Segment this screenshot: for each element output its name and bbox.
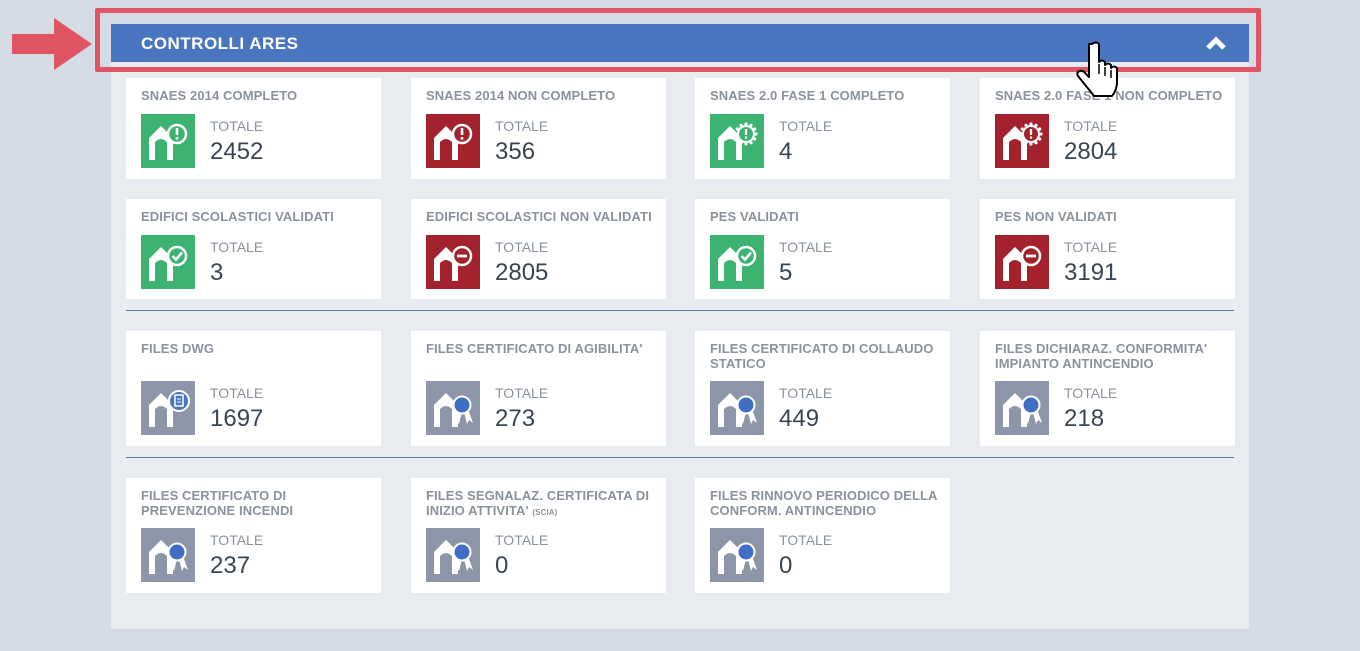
- building-alert-icon: [426, 114, 480, 168]
- annotation-arrow-icon: [12, 18, 92, 70]
- building-check-icon: [710, 235, 764, 289]
- stat-card-value: 3: [210, 259, 224, 286]
- stat-card-value: 1697: [210, 405, 264, 432]
- stat-card-label: TOTALE: [210, 239, 264, 255]
- stat-card-value: 0: [779, 552, 793, 579]
- stat-card-title: FILES CERTIFICATO DI AGIBILITA': [426, 341, 643, 356]
- building-ribbon-icon: [710, 381, 764, 435]
- stat-card-value: 218: [1064, 405, 1105, 432]
- stat-card[interactable]: SNAES 2.0 FASE 1 COMPLETO TOTALE 4: [695, 78, 950, 179]
- building-gear-icon: [995, 114, 1049, 168]
- stat-card-title: EDIFICI SCOLASTICI VALIDATI: [141, 209, 334, 224]
- stat-card-title: FILES CERTIFICATO DI PREVENZIONE INCENDI: [141, 488, 294, 518]
- stat-card-value: 4: [779, 138, 793, 165]
- section-divider: [126, 457, 1234, 458]
- stat-card-value: 2804: [1064, 138, 1118, 165]
- stat-card[interactable]: FILES CERTIFICATO DI AGIBILITA' TOTALE 27…: [411, 331, 666, 446]
- stat-card[interactable]: EDIFICI SCOLASTICI VALIDATI TOTALE 3: [126, 199, 381, 299]
- stat-card-value: 5: [779, 259, 793, 286]
- building-ribbon-icon: [426, 528, 480, 582]
- stat-card[interactable]: FILES RINNOVO PERIODICO DELLA CONFORM. A…: [695, 478, 950, 593]
- stat-card-label: TOTALE: [210, 385, 264, 401]
- stat-card-title: FILES DICHIARAZ. CONFORMITA' IMPIANTO AN…: [995, 341, 1208, 371]
- stat-card[interactable]: FILES CERTIFICATO DI PREVENZIONE INCENDI…: [126, 478, 381, 593]
- stat-card-label: TOTALE: [210, 532, 264, 548]
- stat-card-value: 2452: [210, 138, 264, 165]
- stat-card[interactable]: FILES DICHIARAZ. CONFORMITA' IMPIANTO AN…: [980, 331, 1235, 446]
- stat-card-value: 237: [210, 552, 251, 579]
- stat-card[interactable]: FILES DWG TOTALE 1697: [126, 331, 381, 446]
- stat-card-label: TOTALE: [779, 239, 833, 255]
- building-minus-icon: [426, 235, 480, 289]
- stat-card-value: 273: [495, 405, 536, 432]
- stat-card-title: FILES SEGNALAZ. CERTIFICATA DI INIZIO AT…: [426, 488, 650, 518]
- stat-card-title: EDIFICI SCOLASTICI NON VALIDATI: [426, 209, 652, 224]
- stat-card-value: 0: [495, 552, 509, 579]
- stat-card[interactable]: SNAES 2014 COMPLETO TOTALE 2452: [126, 78, 381, 179]
- stat-card[interactable]: EDIFICI SCOLASTICI NON VALIDATI TOTALE 28…: [411, 199, 666, 299]
- stat-card-value: 2805: [495, 259, 549, 286]
- stat-card-label: TOTALE: [495, 118, 549, 134]
- hand-cursor-icon: [1076, 41, 1118, 97]
- building-gear-icon: [710, 114, 764, 168]
- building-ribbon-icon: [141, 528, 195, 582]
- building-ribbon-icon: [995, 381, 1049, 435]
- stat-card-value: 3191: [1064, 259, 1118, 286]
- stat-card-title: SNAES 2.0 FASE 1 COMPLETO: [710, 88, 905, 103]
- section-divider: [126, 310, 1234, 311]
- building-ribbon-icon: [710, 528, 764, 582]
- stat-card-title: FILES DWG: [141, 341, 215, 356]
- stat-card-label: TOTALE: [495, 239, 549, 255]
- stat-card-title: FILES CERTIFICATO DI COLLAUDO STATICO: [710, 341, 934, 371]
- stat-card-title: PES VALIDATI: [710, 209, 799, 224]
- stat-card-title-note: (SCIA): [532, 508, 558, 517]
- stat-card-value: 449: [779, 405, 820, 432]
- stat-card-title: PES NON VALIDATI: [995, 209, 1117, 224]
- stat-card-label: TOTALE: [1064, 385, 1118, 401]
- stat-card[interactable]: SNAES 2014 NON COMPLETO TOTALE 356: [411, 78, 666, 179]
- building-check-icon: [141, 235, 195, 289]
- building-file-icon: [141, 381, 195, 435]
- stat-card-label: TOTALE: [779, 385, 833, 401]
- stat-card-label: TOTALE: [1064, 118, 1118, 134]
- stat-card-title: SNAES 2014 COMPLETO: [141, 88, 298, 103]
- stat-card-label: TOTALE: [495, 532, 549, 548]
- stat-card-title: FILES RINNOVO PERIODICO DELLA CONFORM. A…: [710, 488, 938, 518]
- stat-card[interactable]: FILES CERTIFICATO DI COLLAUDO STATICO TO…: [695, 331, 950, 446]
- stat-card-label: TOTALE: [495, 385, 549, 401]
- stat-card-title: SNAES 2014 NON COMPLETO: [426, 88, 616, 103]
- stat-card-label: TOTALE: [210, 118, 264, 134]
- stat-card[interactable]: PES NON VALIDATI TOTALE 3191: [980, 199, 1235, 299]
- building-ribbon-icon: [426, 381, 480, 435]
- stat-card[interactable]: PES VALIDATI TOTALE 5: [695, 199, 950, 299]
- stat-card-label: TOTALE: [779, 118, 833, 134]
- stat-card[interactable]: FILES SEGNALAZ. CERTIFICATA DI INIZIO AT…: [411, 478, 666, 593]
- stat-card-label: TOTALE: [1064, 239, 1118, 255]
- building-alert-icon: [141, 114, 195, 168]
- stat-card-label: TOTALE: [779, 532, 833, 548]
- stat-card-value: 356: [495, 138, 536, 165]
- building-minus-icon: [995, 235, 1049, 289]
